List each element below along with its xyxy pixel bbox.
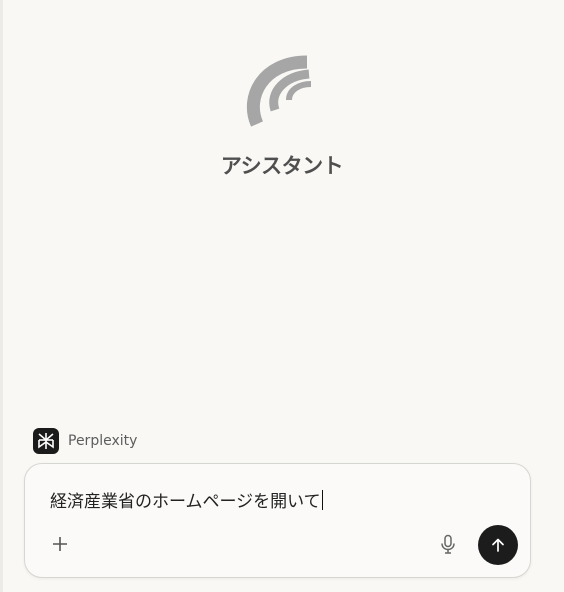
wave-logo-icon <box>246 55 312 127</box>
voice-input-button[interactable] <box>437 532 459 556</box>
model-indicator: Perplexity <box>33 428 137 454</box>
message-input-value: 経済産業省のホームページを開いて <box>50 492 321 512</box>
arrow-up-icon <box>492 538 504 552</box>
add-attachment-button[interactable] <box>48 532 72 556</box>
text-caret <box>321 489 323 510</box>
message-composer: 経済産業省のホームページを開いて <box>24 463 531 578</box>
assistant-hero: アシスタント <box>0 52 564 180</box>
perplexity-logo-icon <box>33 428 59 454</box>
plus-icon <box>53 537 67 551</box>
microphone-icon <box>441 534 455 554</box>
message-input[interactable]: 経済産業省のホームページを開いて <box>50 487 323 512</box>
send-button[interactable] <box>478 525 518 565</box>
assistant-title: アシスタント <box>220 154 344 178</box>
model-name: Perplexity <box>68 433 138 449</box>
